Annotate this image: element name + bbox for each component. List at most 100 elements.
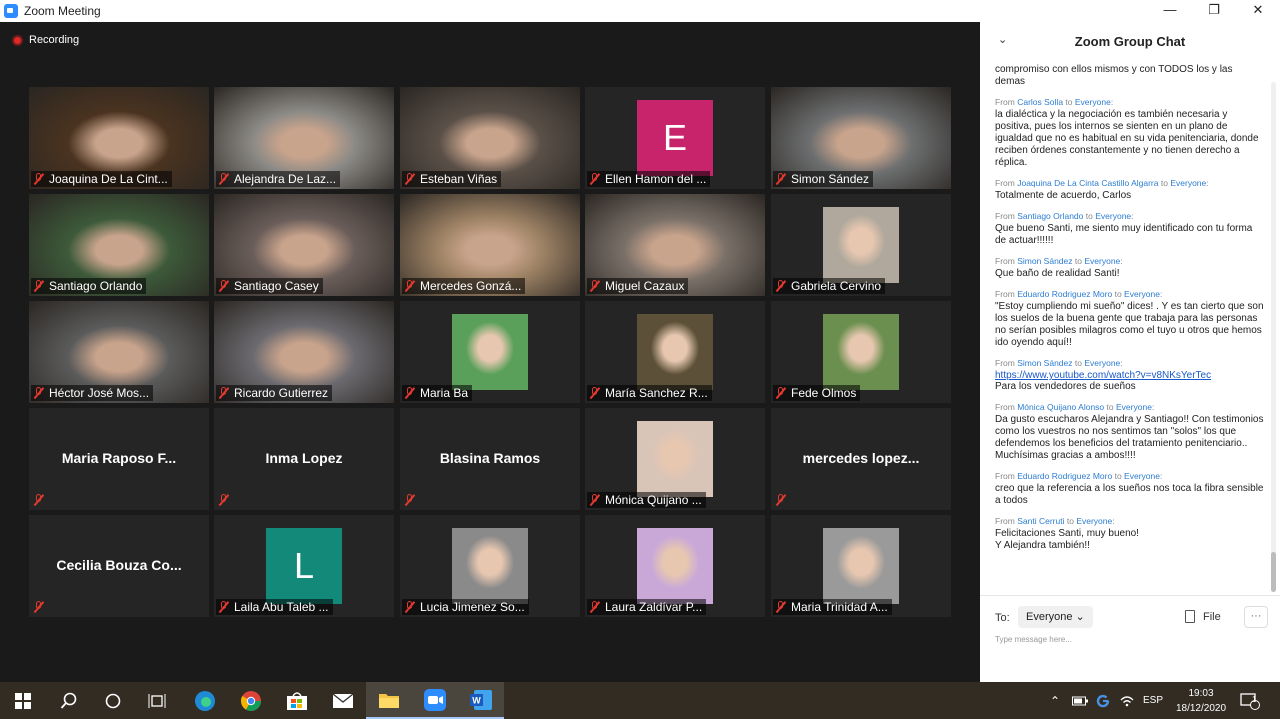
microphone-muted-icon [405,387,415,399]
participant-tile[interactable]: Héctor José Mos... [29,301,209,403]
participant-tile[interactable]: Blasina Ramos [400,408,580,510]
sender-name[interactable]: Simon Sández [1017,358,1072,368]
participant-display-name: Maria Raposo F... [61,450,177,466]
chevron-down-icon[interactable]: ⌄ [998,33,1007,46]
sender-name[interactable]: Carlos Solla [1017,97,1063,107]
sender-name[interactable]: Santiago Orlando [1017,211,1083,221]
show-hidden-icons[interactable]: ⌃ [1050,682,1060,719]
participant-tile[interactable]: Santiago Orlando [29,194,209,296]
participant-tile[interactable]: L Laila Abu Taleb ... [214,515,394,617]
message-input[interactable]: Type message here... [995,635,1072,644]
participant-tile[interactable]: mercedes lopez... [771,408,951,510]
chat-messages[interactable]: compromiso con ellos mismos y con TODOS … [995,64,1265,609]
chrome-icon [240,690,261,711]
participant-name-label: Lucia Jimenez So... [402,599,529,615]
recipient-select[interactable]: Everyone ⌄ [1018,606,1093,628]
to-word: to [1106,402,1114,412]
sender-name[interactable]: Eduardo Rodriguez Moro [1017,471,1112,481]
sender-name[interactable]: Santi Cerruti [1017,516,1064,526]
participant-tile[interactable]: Lucia Jimenez So... [400,515,580,617]
google-drive-icon[interactable] [1096,682,1110,719]
participant-tile[interactable]: Santiago Casey [214,194,394,296]
participant-tile[interactable]: Ricardo Gutierrez [214,301,394,403]
chat-message: From Carlos Solla to Everyone: la dialéct… [995,97,1265,169]
restore-button[interactable]: ❐ [1192,0,1236,22]
participant-name: Miguel Cazaux [605,279,685,293]
start-button[interactable] [0,682,46,719]
chat-scrollbar[interactable] [1271,82,1276,592]
participant-name-label [31,599,53,615]
window-title: Zoom Meeting [24,4,101,18]
avatar-photo [452,314,528,390]
microphone-muted-icon [405,601,415,613]
notification-center-button[interactable]: 1 [1240,682,1260,719]
participant-tile[interactable]: Inma Lopez [214,408,394,510]
microphone-muted-icon [405,173,415,185]
message-text: Da gusto escucharos Alejandra y Santiago… [995,414,1264,461]
chrome-button[interactable] [228,682,274,719]
participant-tile[interactable]: Mónica Quijano ... [585,408,765,510]
chat-message: From Eduardo Rodriguez Moro to Everyone:… [995,289,1265,349]
language-indicator[interactable]: ESP [1143,682,1163,719]
sender-name[interactable]: Simon Sández [1017,256,1072,266]
to-word: to [1085,211,1093,221]
participant-tile[interactable]: Joaquina De La Cint... [29,87,209,189]
minimize-button[interactable]: — [1148,0,1192,22]
word-button[interactable]: W [458,682,504,719]
recipient-name: Everyone [1084,256,1121,266]
recording-label: Recording [29,34,80,46]
participant-tile[interactable]: Esteban Viñas [400,87,580,189]
mail-button[interactable] [320,682,366,719]
store-button[interactable] [274,682,320,719]
taskbar-clock[interactable]: 19:03 18/12/2020 [1168,686,1234,716]
search-button[interactable] [46,682,92,719]
participant-tile[interactable]: Miguel Cazaux [585,194,765,296]
mail-icon [332,692,354,708]
participant-tile[interactable]: Cecilia Bouza Co... [29,515,209,617]
more-options-button[interactable]: ··· [1244,606,1268,628]
battery-icon[interactable] [1072,682,1088,719]
participant-tile[interactable]: Maria Ba [400,301,580,403]
participant-tile[interactable]: Maria Raposo F... [29,408,209,510]
scrollbar-thumb[interactable] [1271,552,1276,592]
participant-tile[interactable]: Maria Trinidad A... [771,515,951,617]
participant-tile[interactable]: Mercedes Gonzá... [400,194,580,296]
participant-tile[interactable]: Gabriela Cervino [771,194,951,296]
file-label: File [1203,610,1221,623]
participant-name-label: Mónica Quijano ... [587,492,706,508]
file-explorer-button[interactable] [366,682,412,719]
participant-display-name: mercedes lopez... [802,450,920,466]
participant-tile[interactable]: Laura Zaldívar P... [585,515,765,617]
participant-tile[interactable]: E Ellen Hamon del ... [585,87,765,189]
participant-tile[interactable]: Alejandra De Laz... [214,87,394,189]
message-link[interactable]: https://www.youtube.com/watch?v=v8NKsYer… [995,370,1265,381]
participant-tile[interactable]: Simon Sández [771,87,951,189]
avatar-photo [637,421,713,497]
participant-tile[interactable]: María Sanchez R... [585,301,765,403]
participant-name-label [216,492,238,508]
zoom-taskbar-button[interactable] [412,682,458,719]
search-icon [60,692,77,709]
participant-tile[interactable]: Fede Olmos [771,301,951,403]
file-button[interactable]: File [1185,610,1221,623]
task-view-button[interactable] [134,682,180,719]
from-prefix: From [995,211,1015,221]
from-prefix: From [995,402,1015,412]
sender-name[interactable]: Joaquina De La Cinta Castillo Algarra [1017,178,1158,188]
close-button[interactable]: ✕ [1236,0,1280,22]
microphone-muted-icon [590,601,600,613]
from-prefix: From [995,178,1015,188]
sender-name[interactable]: Mónica Quijano Alonso [1017,402,1104,412]
recording-indicator[interactable]: Recording [12,34,79,46]
edge-button[interactable] [182,682,228,719]
participant-display-name: Cecilia Bouza Co... [56,557,182,573]
microphone-muted-icon [219,280,229,292]
sender-name[interactable]: Eduardo Rodriguez Moro [1017,289,1112,299]
recipient-name: Everyone [1076,516,1113,526]
participant-name-label [402,492,424,508]
participant-name: Alejandra De Laz... [234,172,337,186]
cortana-button[interactable] [90,682,136,719]
word-icon: W [470,689,492,710]
participant-display-name: Blasina Ramos [439,450,541,466]
wifi-icon[interactable] [1120,682,1134,719]
